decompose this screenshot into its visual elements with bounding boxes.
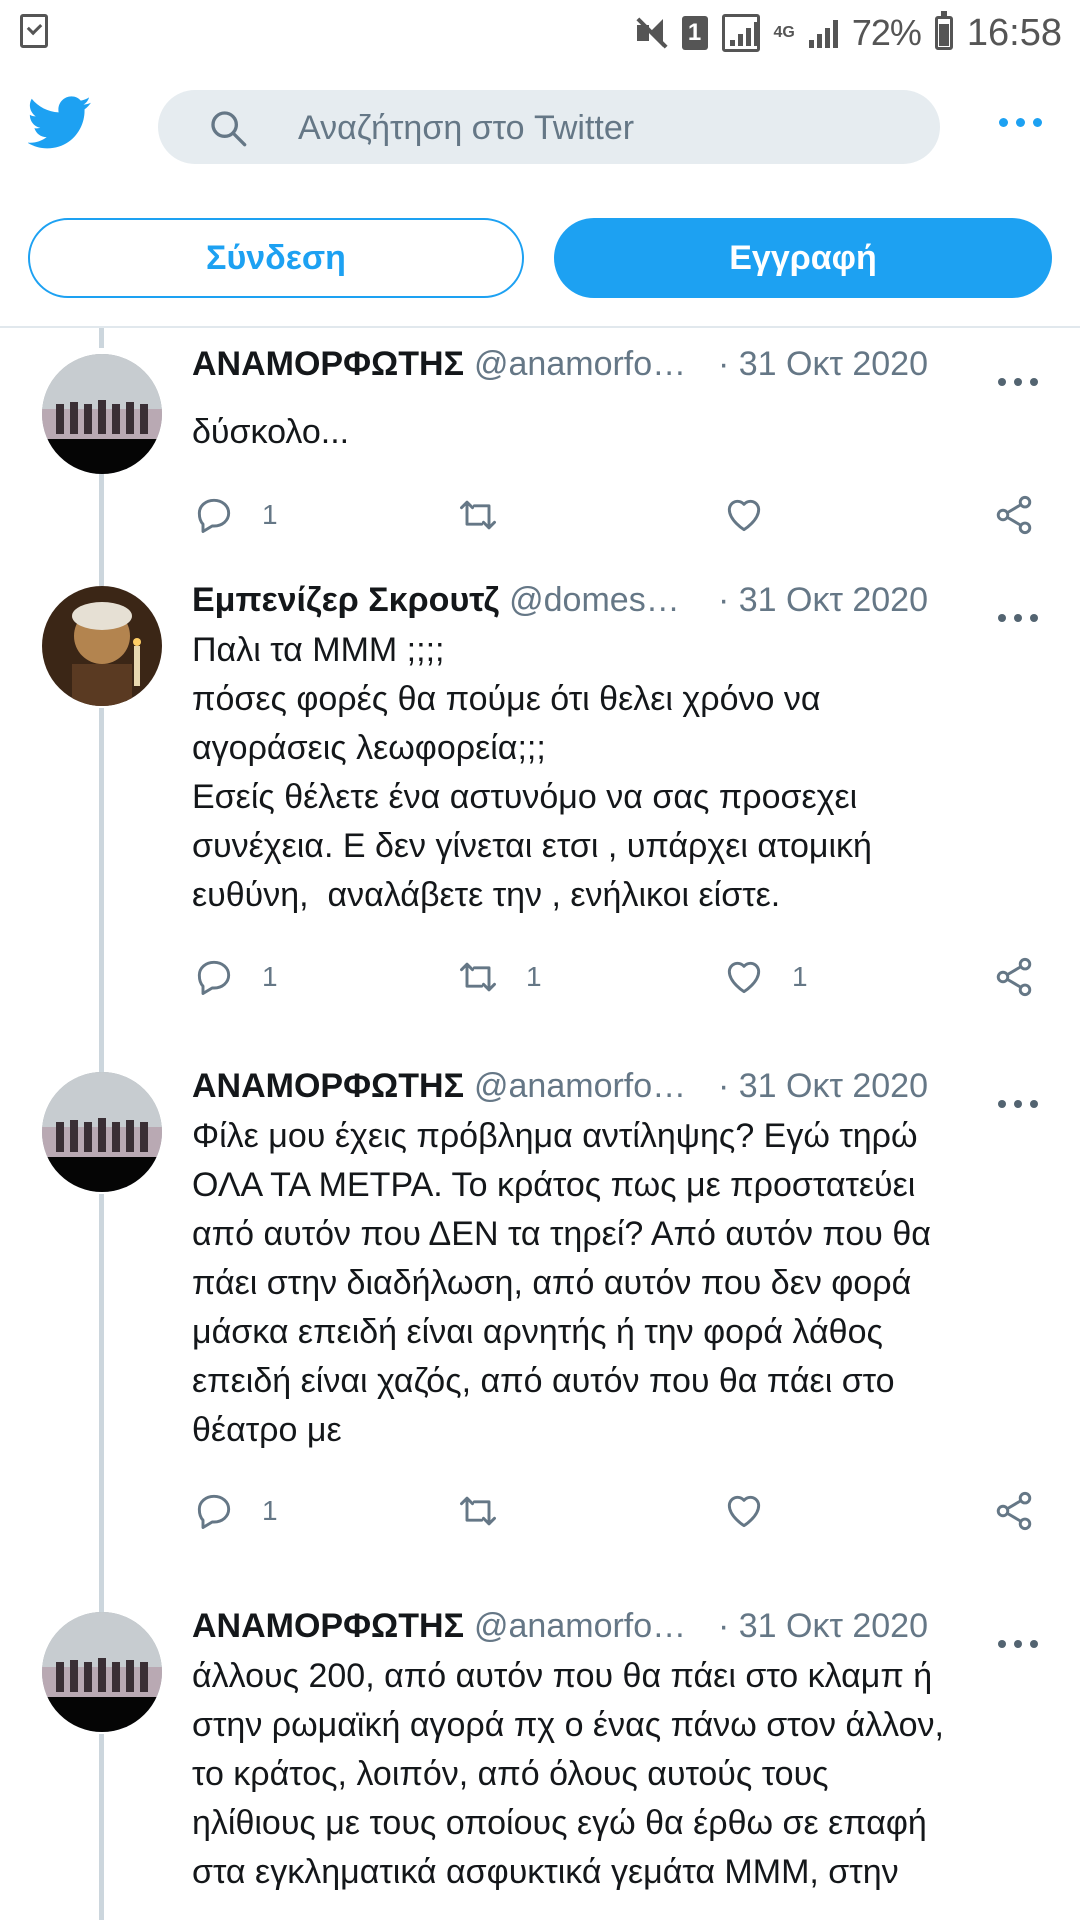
tweet-more-icon[interactable] [998, 378, 1038, 386]
heart-icon [727, 1495, 761, 1528]
tweet-actions: 1 [192, 1486, 1042, 1536]
retweet-icon [460, 962, 496, 992]
tweet-date[interactable]: · 31 Οκτ 2020 [718, 581, 928, 620]
author-name[interactable]: ΑΝΑΜΟΡΦΩΤΗΣ [192, 1607, 464, 1646]
cell-signal-icon [808, 15, 838, 51]
like-count: 1 [792, 961, 808, 992]
heart-icon [727, 961, 761, 994]
battery-percent: 72% [851, 12, 922, 53]
reply-icon [197, 1494, 231, 1529]
tweet-date[interactable]: · 31 Οκτ 2020 [718, 345, 928, 384]
tweet-more-icon[interactable] [998, 614, 1038, 622]
thread-line [99, 708, 104, 1050]
retweet-button[interactable]: 1 [456, 952, 542, 1002]
clock: 16:58 [966, 11, 1062, 54]
retweet-icon [460, 1496, 496, 1526]
signup-button[interactable]: Εγγραφή [554, 218, 1052, 298]
tweet-header: Εμπενίζερ Σκρουτζ @domes… [192, 578, 680, 622]
tweet[interactable]: ΑΝΑΜΟΡΦΩΤΗΣ @anamorfo… · 31 Οκτ 2020 δύσ… [0, 328, 1080, 564]
tweet-actions: 1 [192, 490, 1042, 540]
tweet-text: Παλι τα ΜΜΜ ;;;; πόσες φορές θα πούμε ότ… [192, 631, 872, 914]
sim-icon: 1 [681, 15, 708, 51]
like-button[interactable] [722, 1486, 792, 1536]
tweet-header: ΑΝΑΜΟΡΦΩΤΗΣ @anamorfo… [192, 1604, 686, 1648]
search-icon [211, 111, 247, 147]
tweet-date[interactable]: · 31 Οκτ 2020 [718, 1607, 928, 1646]
tweet[interactable]: ΑΝΑΜΟΡΦΩΤΗΣ @anamorfo… · 31 Οκτ 2020 άλλ… [0, 1584, 1080, 1920]
retweet-icon [460, 500, 496, 530]
avatar[interactable] [42, 586, 162, 706]
tweet-feed: ΑΝΑΜΟΡΦΩΤΗΣ @anamorfo… · 31 Οκτ 2020 δύσ… [0, 328, 1080, 1920]
share-icon [996, 957, 1032, 997]
search-bar[interactable]: Αναζήτηση στο Twitter [158, 90, 940, 164]
tweet-header: ΑΝΑΜΟΡΦΩΤΗΣ @anamorfo… [192, 342, 686, 386]
task-check-icon [20, 14, 48, 48]
author-handle[interactable]: @anamorfo… [474, 1607, 686, 1646]
search-input[interactable]: Αναζήτηση στο Twitter [298, 109, 634, 148]
thread-line [99, 470, 104, 564]
reply-count: 1 [262, 499, 278, 530]
tweet-date[interactable]: · 31 Οκτ 2020 [718, 1067, 928, 1106]
retweet-count: 1 [526, 961, 542, 992]
tweet-actions: 1 1 1 [192, 952, 1042, 1002]
reply-icon [197, 498, 231, 533]
tweet-more-icon[interactable] [998, 1100, 1038, 1108]
network-type-label: 4G [773, 24, 795, 41]
top-header: Αναζήτηση στο Twitter [0, 66, 1080, 190]
thread-line [99, 1734, 104, 1920]
status-bar: 1 4G 72% 16:58 [0, 0, 1080, 66]
thread-line [99, 1050, 104, 1072]
author-name[interactable]: ΑΝΑΜΟΡΦΩΤΗΣ [192, 1067, 464, 1106]
avatar[interactable] [42, 354, 162, 474]
author-handle[interactable]: @anamorfo… [474, 345, 686, 384]
reply-icon [197, 960, 231, 995]
wifi-signal-icon [721, 14, 760, 52]
heart-icon [727, 499, 761, 532]
mute-icon [634, 15, 668, 51]
share-button[interactable] [992, 952, 1036, 1002]
auth-buttons: Σύνδεση Εγγραφή [0, 218, 1080, 298]
tweet-text: άλλους 200, από αυτόν που θα πάει στο κλ… [192, 1657, 944, 1891]
like-button[interactable] [722, 490, 792, 540]
thread-line [99, 328, 104, 348]
retweet-button[interactable] [456, 1486, 526, 1536]
tweet[interactable]: Εμπενίζερ Σκρουτζ @domes… · 31 Οκτ 2020 … [0, 564, 1080, 1050]
tweet-text: δύσκολο... [192, 413, 350, 451]
reply-button[interactable]: 1 [192, 1486, 278, 1536]
avatar[interactable] [42, 1072, 162, 1192]
author-name[interactable]: Εμπενίζερ Σκρουτζ [192, 581, 499, 620]
share-icon [996, 495, 1032, 535]
battery-icon [934, 11, 953, 51]
thread-line [99, 564, 104, 586]
tweet-more-icon[interactable] [998, 1640, 1038, 1648]
author-handle[interactable]: @anamorfo… [474, 1067, 686, 1106]
status-icons: 1 4G 72% 16:58 [634, 8, 1062, 58]
tweet-text: Φίλε μου έχεις πρόβλημα αντίληψης? Εγώ τ… [192, 1117, 931, 1449]
author-handle[interactable]: @domes… [509, 581, 680, 620]
tweet[interactable]: ΑΝΑΜΟΡΦΩΤΗΣ @anamorfo… · 31 Οκτ 2020 Φίλ… [0, 1050, 1080, 1584]
author-name[interactable]: ΑΝΑΜΟΡΦΩΤΗΣ [192, 345, 464, 384]
reply-button[interactable]: 1 [192, 490, 278, 540]
reply-button[interactable]: 1 [192, 952, 278, 1002]
thread-line [99, 1194, 104, 1584]
tweet-header: ΑΝΑΜΟΡΦΩΤΗΣ @anamorfo… [192, 1064, 686, 1108]
login-button[interactable]: Σύνδεση [28, 218, 524, 298]
share-icon [996, 1491, 1032, 1531]
twitter-bird-icon[interactable] [28, 96, 92, 150]
retweet-button[interactable] [456, 490, 526, 540]
thread-line [99, 1584, 104, 1612]
share-button[interactable] [992, 490, 1036, 540]
like-button[interactable]: 1 [722, 952, 808, 1002]
avatar[interactable] [42, 1612, 162, 1732]
reply-count: 1 [262, 961, 278, 992]
share-button[interactable] [992, 1486, 1036, 1536]
reply-count: 1 [262, 1495, 278, 1526]
more-options-icon[interactable] [999, 118, 1042, 127]
